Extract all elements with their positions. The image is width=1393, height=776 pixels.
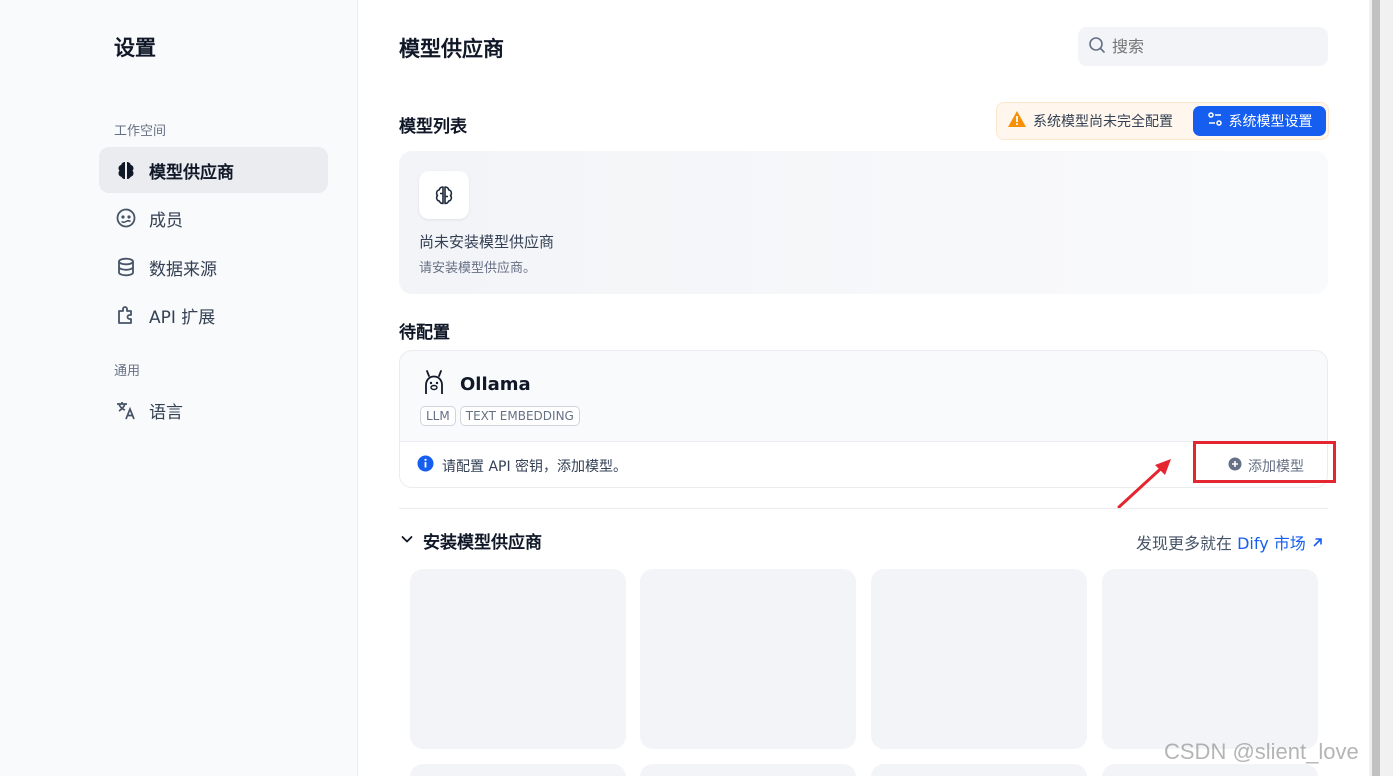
- database-icon: [115, 256, 137, 278]
- empty-subtitle: 请安装模型供应商。: [419, 261, 537, 276]
- system-model-warning: 系统模型尚未完全配置 系统模型设置: [996, 102, 1329, 140]
- llama-icon: [420, 367, 448, 401]
- warning-icon: [1007, 110, 1027, 132]
- sidebar-item-label: 语言: [149, 402, 183, 423]
- annotation-arrow: [1117, 459, 1171, 509]
- tag-llm: LLM: [420, 406, 456, 426]
- marketplace-prefix: 发现更多就在: [1136, 534, 1233, 553]
- provider-skeleton-card: [871, 764, 1087, 776]
- sidebar-item-label: 成员: [149, 210, 183, 231]
- sidebar-title: 设置: [114, 36, 156, 60]
- sidebar: 设置 工作空间 模型供应商 成员 数据来源 API 扩展 通用 语言: [0, 0, 358, 776]
- provider-tags: LLM TEXT EMBEDDING: [420, 406, 580, 426]
- empty-title: 尚未安装模型供应商: [419, 233, 555, 251]
- provider-footer: 请配置 API 密钥，添加模型。 添加模型: [400, 441, 1327, 487]
- external-arrow-icon: [1311, 534, 1324, 553]
- brain-outline-icon: [419, 171, 469, 219]
- translate-icon: [115, 399, 137, 421]
- puzzle-icon: [115, 304, 137, 326]
- search-box[interactable]: [1078, 27, 1328, 66]
- sidebar-item-model-provider[interactable]: 模型供应商: [99, 147, 328, 193]
- system-model-settings-button[interactable]: 系统模型设置: [1193, 106, 1326, 136]
- sidebar-item-language[interactable]: 语言: [99, 387, 328, 433]
- sidebar-item-label: API 扩展: [149, 307, 216, 328]
- workspace-section-label: 工作空间: [114, 124, 167, 139]
- install-section-toggle[interactable]: 安装模型供应商: [399, 528, 542, 553]
- config-hint: 请配置 API 密钥，添加模型。: [417, 455, 627, 476]
- provider-skeleton-card: [1102, 764, 1318, 776]
- highlight-box: [1193, 441, 1336, 483]
- model-list-title: 模型列表: [399, 117, 467, 137]
- provider-skeleton-card: [410, 569, 626, 749]
- page-title: 模型供应商: [399, 37, 504, 61]
- provider-skeleton-card: [410, 764, 626, 776]
- info-icon: [417, 455, 434, 476]
- install-section-title: 安装模型供应商: [423, 533, 542, 553]
- provider-skeleton-card: [1102, 569, 1318, 749]
- watermark: CSDN @slient_love: [1164, 739, 1359, 764]
- search-icon: [1088, 36, 1106, 58]
- provider-skeleton-card: [640, 569, 856, 749]
- chevron-down-icon: [399, 531, 415, 551]
- scrollbar[interactable]: [1369, 0, 1393, 776]
- search-input[interactable]: [1112, 37, 1312, 56]
- sidebar-item-data-source[interactable]: 数据来源: [99, 244, 328, 290]
- sidebar-item-members[interactable]: 成员: [99, 195, 328, 241]
- provider-skeleton-card: [640, 764, 856, 776]
- settings-window: 设置 工作空间 模型供应商 成员 数据来源 API 扩展 通用 语言 模型供应商…: [0, 0, 1393, 776]
- empty-model-list-card: 尚未安装模型供应商 请安装模型供应商。: [399, 151, 1328, 294]
- members-icon: [115, 207, 137, 229]
- marketplace-link-text[interactable]: Dify 市场: [1237, 534, 1306, 553]
- provider-card-ollama: Ollama LLM TEXT EMBEDDING 请配置 API 密钥，添加模…: [399, 350, 1328, 488]
- general-section-label: 通用: [114, 364, 141, 379]
- marketplace-link[interactable]: 发现更多就在 Dify 市场: [1136, 530, 1324, 554]
- settings-sliders-icon: [1207, 111, 1223, 131]
- tag-text-embedding: TEXT EMBEDDING: [459, 406, 580, 426]
- provider-skeleton-card: [871, 569, 1087, 749]
- sidebar-item-api-extension[interactable]: API 扩展: [99, 292, 328, 338]
- system-model-settings-label: 系统模型设置: [1228, 114, 1313, 130]
- scrollbar-thumb[interactable]: [1372, 0, 1380, 776]
- pending-config-title: 待配置: [399, 323, 450, 343]
- brain-icon: [115, 159, 137, 181]
- sidebar-item-label: 模型供应商: [149, 162, 234, 183]
- sidebar-item-label: 数据来源: [149, 259, 217, 280]
- config-hint-text: 请配置 API 密钥，添加模型。: [442, 458, 628, 475]
- main-content: 模型供应商 模型列表 系统模型尚未完全配置 系统模型设置: [359, 0, 1369, 776]
- provider-header: Ollama: [420, 367, 531, 401]
- section-divider: [399, 508, 1328, 509]
- provider-name: Ollama: [460, 373, 531, 395]
- warning-text: 系统模型尚未完全配置: [1033, 114, 1173, 130]
